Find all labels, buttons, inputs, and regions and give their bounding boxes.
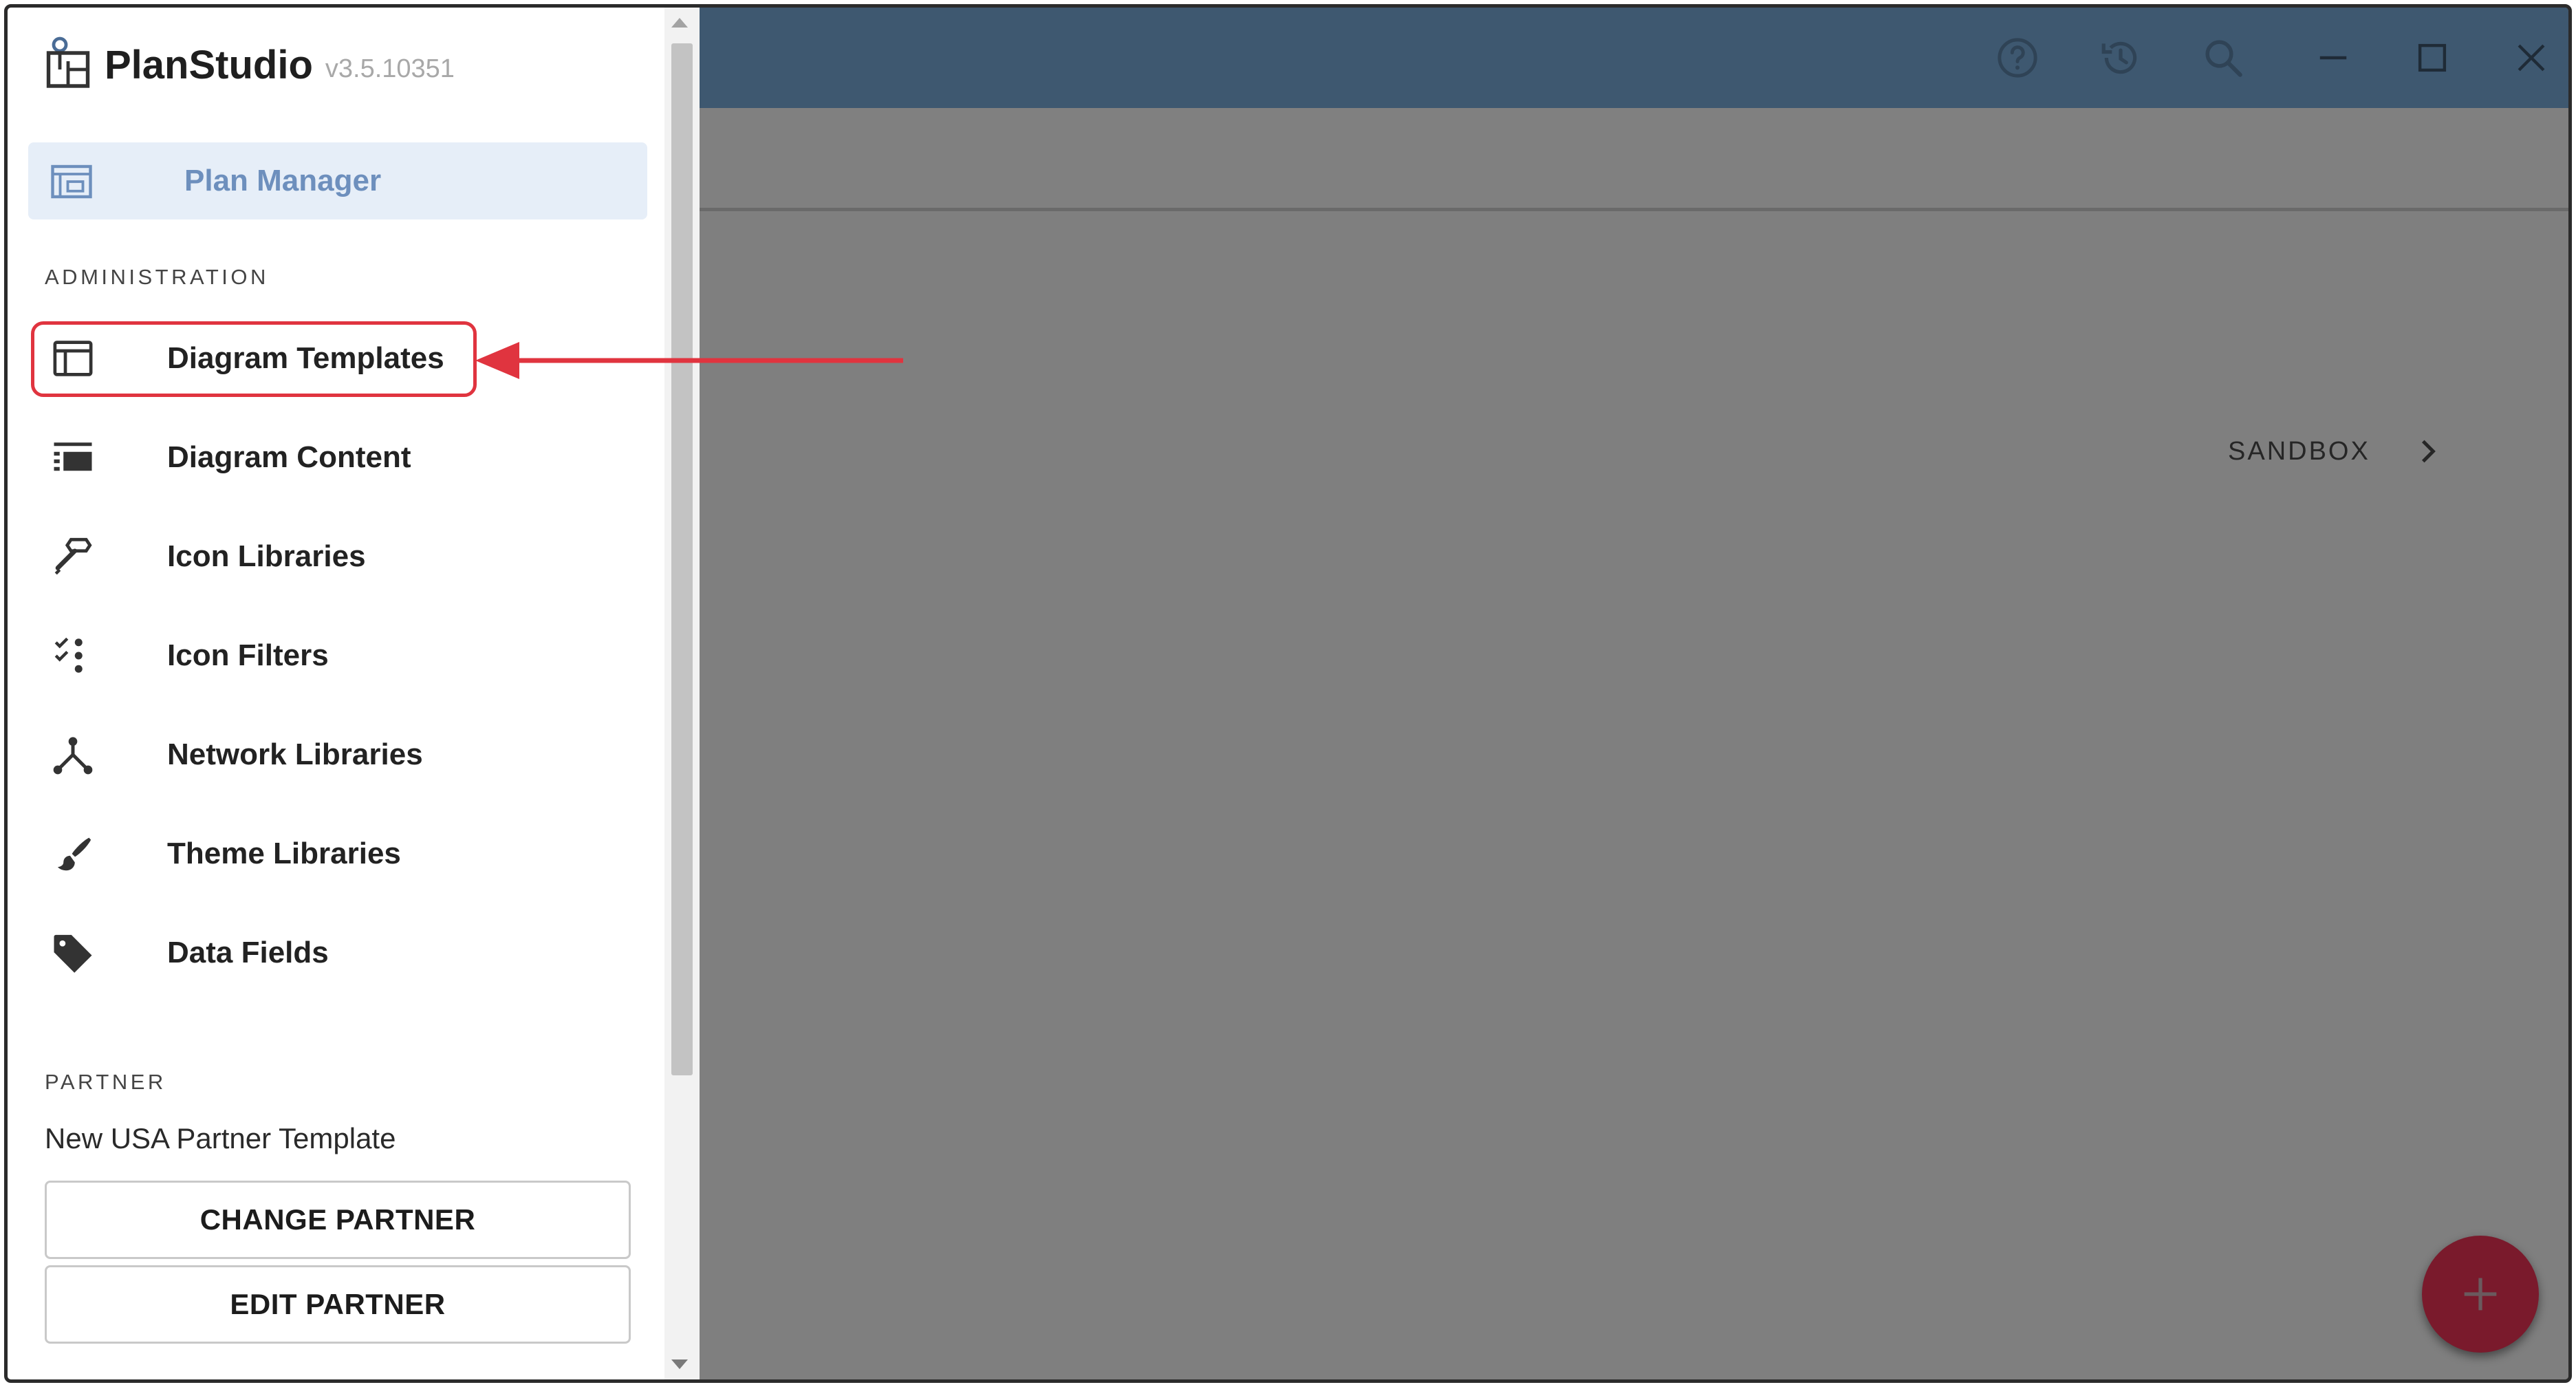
edit-partner-button[interactable]: EDIT PARTNER — [45, 1265, 631, 1344]
change-partner-button[interactable]: CHANGE PARTNER — [45, 1181, 631, 1259]
drawer-scrollbar[interactable] — [664, 8, 700, 1379]
brush-icon — [49, 830, 97, 878]
nav-plan-manager-label: Plan Manager — [184, 164, 382, 197]
nav-data-fields-label: Data Fields — [167, 936, 329, 969]
navigation-drawer: PlanStudio v3.5.10351 Plan Manager ADMIN… — [8, 8, 700, 1379]
nav-diagram-content-label: Diagram Content — [167, 440, 411, 474]
nav-icon-filters[interactable]: Icon Filters — [28, 617, 647, 694]
app-brand: PlanStudio v3.5.10351 — [45, 36, 455, 94]
partner-section-label: PARTNER — [45, 1070, 166, 1094]
nav-data-fields[interactable]: Data Fields — [28, 914, 647, 991]
chevron-right-icon — [2421, 440, 2436, 463]
breadcrumb-sandbox: SANDBOX — [2228, 436, 2370, 466]
breadcrumb[interactable]: SANDBOX — [2228, 434, 2445, 469]
administration-section-label: ADMINISTRATION — [45, 265, 269, 289]
network-icon — [49, 731, 97, 779]
nav-theme-libraries[interactable]: Theme Libraries — [28, 815, 647, 892]
nav-network-libraries-label: Network Libraries — [167, 738, 423, 771]
nav-icon-libraries-label: Icon Libraries — [167, 539, 366, 573]
highlight-box — [31, 321, 477, 397]
app-name: PlanStudio — [105, 43, 313, 87]
nav-plan-manager[interactable]: Plan Manager — [28, 142, 647, 219]
app-version: v3.5.10351 — [325, 54, 455, 83]
plus-icon — [2464, 1278, 2497, 1311]
content-list-icon — [49, 433, 97, 482]
nav-icon-filters-label: Icon Filters — [167, 638, 329, 672]
icon-library-icon — [49, 533, 97, 581]
history-icon[interactable] — [2097, 34, 2145, 82]
minimize-icon[interactable] — [2309, 34, 2357, 82]
annotation-arrow — [475, 342, 903, 379]
scroll-thumb[interactable] — [671, 43, 693, 1075]
nav-diagram-content[interactable]: Diagram Content — [28, 419, 647, 496]
planstudio-logo-icon — [45, 36, 91, 94]
help-icon[interactable] — [1993, 34, 2042, 82]
nav-network-libraries[interactable]: Network Libraries — [28, 716, 647, 793]
maximize-icon[interactable] — [2408, 34, 2456, 82]
nav-icon-libraries[interactable]: Icon Libraries — [28, 518, 647, 595]
plan-manager-icon — [49, 159, 94, 208]
search-icon[interactable] — [2199, 34, 2247, 82]
app-window: SANDBOX PlanStudio v3.5.10351 Plan Manag… — [4, 4, 2572, 1383]
tag-icon — [49, 929, 97, 977]
add-button[interactable] — [2422, 1236, 2539, 1353]
scroll-down-arrow-icon[interactable] — [671, 1359, 688, 1369]
partner-name: New USA Partner Template — [45, 1122, 396, 1154]
scroll-up-arrow-icon[interactable] — [671, 18, 688, 28]
filter-list-icon — [49, 632, 97, 680]
close-icon[interactable] — [2507, 34, 2555, 82]
nav-theme-libraries-label: Theme Libraries — [167, 837, 401, 870]
